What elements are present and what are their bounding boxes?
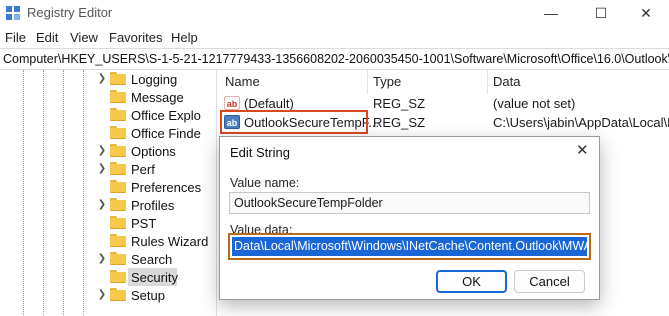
tree-item-label: Rules Wizard xyxy=(131,234,209,249)
value-name-field: OutlookSecureTempFolder xyxy=(229,192,590,214)
menu-file[interactable]: File xyxy=(5,30,26,45)
chevron-right-icon[interactable]: ❯ xyxy=(97,253,107,264)
folder-icon xyxy=(110,72,126,85)
tree-item-label: Options xyxy=(131,144,176,159)
address-bar[interactable]: Computer\HKEY_USERS\S-1-5-21-1217779433-… xyxy=(0,48,669,70)
tree-item-pst[interactable]: PST xyxy=(0,214,216,232)
folder-icon xyxy=(110,90,126,103)
folder-icon xyxy=(110,180,126,193)
folder-icon xyxy=(110,252,126,265)
tree-item-preferences[interactable]: Preferences xyxy=(0,178,216,196)
tree-item-label: Message xyxy=(131,90,184,105)
string-value-icon: ab xyxy=(224,96,240,110)
tree-item-profiles[interactable]: ❯ Profiles xyxy=(0,196,216,214)
column-header-type[interactable]: Type xyxy=(368,70,488,94)
edit-string-dialog: Edit String ✕ Value name: OutlookSecureT… xyxy=(219,136,600,300)
tree-item-rules-wizard[interactable]: Rules Wizard xyxy=(0,232,216,250)
folder-icon xyxy=(110,288,126,301)
menu-edit[interactable]: Edit xyxy=(36,30,58,45)
tree-item-logging[interactable]: ❯ Logging xyxy=(0,70,216,88)
menu-help[interactable]: Help xyxy=(171,30,198,45)
folder-icon xyxy=(110,162,126,175)
folder-icon xyxy=(110,270,126,283)
tree-item-label: Preferences xyxy=(131,180,202,195)
folder-icon xyxy=(110,144,126,157)
tree-item-label: Logging xyxy=(131,72,178,87)
menu-favorites[interactable]: Favorites xyxy=(109,30,162,45)
tree-item-label: Profiles xyxy=(131,198,175,213)
registry-editor-icon xyxy=(6,6,20,20)
menu-bar: File Edit View Favorites Help xyxy=(0,26,669,48)
dialog-title: Edit String xyxy=(230,145,290,160)
value-data-text[interactable]: Data\Local\Microsoft\Windows\INetCache\C… xyxy=(232,237,587,256)
value-type: REG_SZ xyxy=(373,96,426,111)
address-path[interactable]: Computer\HKEY_USERS\S-1-5-21-1217779433-… xyxy=(3,52,669,66)
maximize-button[interactable]: ☐ xyxy=(578,0,624,26)
tree-item-security[interactable]: Security xyxy=(0,268,216,286)
folder-icon xyxy=(110,198,126,211)
tree-item-label: PST xyxy=(131,216,157,231)
value-type: REG_SZ xyxy=(373,115,426,130)
close-icon[interactable]: ✕ xyxy=(576,141,589,159)
folder-icon xyxy=(110,216,126,229)
minimize-button[interactable]: — xyxy=(528,0,574,26)
tree-item-label: Setup xyxy=(131,288,165,303)
value-data-field[interactable]: Data\Local\Microsoft\Windows\INetCache\C… xyxy=(228,233,591,260)
tree-item-label: Perf xyxy=(131,162,155,177)
tree-item-label: Office Finde xyxy=(131,126,201,141)
folder-icon xyxy=(110,126,126,139)
tree-item-search[interactable]: ❯ Search xyxy=(0,250,216,268)
value-name: (Default) xyxy=(244,96,294,111)
tree-item-options[interactable]: ❯ Options xyxy=(0,142,216,160)
column-header-name[interactable]: Name xyxy=(220,70,368,94)
ok-button[interactable]: OK xyxy=(436,270,507,293)
tree-item-perf[interactable]: ❯ Perf xyxy=(0,160,216,178)
tree-item-label: Office Explo xyxy=(131,108,201,123)
cancel-button[interactable]: Cancel xyxy=(514,270,585,293)
value-name-label: Value name: xyxy=(230,176,300,190)
value-data: C:\Users\jabin\AppData\Local\M xyxy=(493,115,669,130)
column-header-data[interactable]: Data xyxy=(488,70,669,94)
title-bar: Registry Editor — ☐ ✕ xyxy=(0,0,669,26)
highlight-box xyxy=(220,110,368,134)
chevron-right-icon[interactable]: ❯ xyxy=(97,289,107,300)
folder-icon xyxy=(110,234,126,247)
value-data: (value not set) xyxy=(493,96,576,111)
menu-view[interactable]: View xyxy=(70,30,98,45)
chevron-right-icon[interactable]: ❯ xyxy=(97,199,107,210)
tree-item-setup[interactable]: ❯ Setup xyxy=(0,286,216,304)
key-tree: ❯ Logging Message Office Explo Office Fi… xyxy=(0,70,216,316)
window-title: Registry Editor xyxy=(27,5,113,20)
close-window-button[interactable]: ✕ xyxy=(623,0,669,26)
chevron-right-icon[interactable]: ❯ xyxy=(97,145,107,156)
chevron-right-icon[interactable]: ❯ xyxy=(97,73,107,84)
tree-item-office-explorer[interactable]: Office Explo xyxy=(0,106,216,124)
tree-item-message[interactable]: Message xyxy=(0,88,216,106)
tree-item-office-finder[interactable]: Office Finde xyxy=(0,124,216,142)
folder-icon xyxy=(110,108,126,121)
chevron-right-icon[interactable]: ❯ xyxy=(97,163,107,174)
tree-item-label: Security xyxy=(131,270,178,285)
tree-item-label: Search xyxy=(131,252,173,267)
